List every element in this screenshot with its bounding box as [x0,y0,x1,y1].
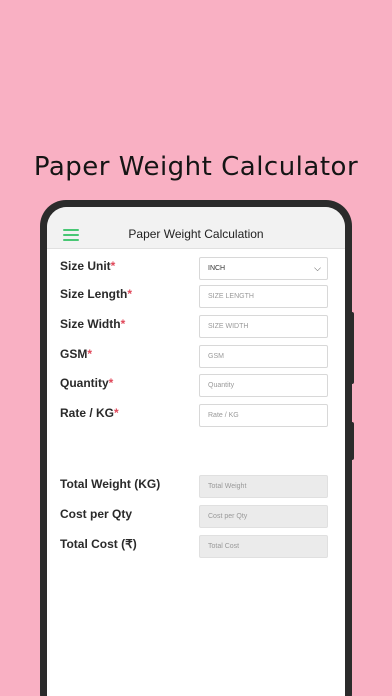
quantity-label: Quantity* [60,376,114,390]
size-length-label: Size Length* [60,287,133,301]
app-screen: Paper Weight Calculation Size Unit* INCH… [47,207,345,696]
form-row-size-length: Size Length* SIZE LENGTH [47,285,345,309]
size-unit-select[interactable]: INCH ⌵ [199,257,328,280]
total-weight-label: Total Weight (KG) [60,477,161,491]
size-length-input[interactable]: SIZE LENGTH [199,285,328,308]
form-row-size-width: Size Width* SIZE WIDTH [47,315,345,339]
app-bar: Paper Weight Calculation [47,207,345,249]
cost-per-qty-output: Cost per Qty [199,505,328,528]
rate-label: Rate / KG* [60,406,119,420]
phone-side-button [350,422,354,460]
size-unit-label: Size Unit* [60,259,116,273]
gsm-label: GSM* [60,347,93,361]
form-row-size-unit: Size Unit* INCH ⌵ [47,257,345,281]
chevron-down-icon: ⌵ [314,263,321,273]
quantity-input[interactable]: Quantity [199,374,328,397]
form-row-gsm: GSM* GSM [47,345,345,369]
gsm-input[interactable]: GSM [199,345,328,368]
result-row-total-weight: Total Weight (KG) Total Weight [47,475,345,499]
size-width-label: Size Width* [60,317,126,331]
result-row-cost-per-qty: Cost per Qty Cost per Qty [47,505,345,529]
cost-per-qty-label: Cost per Qty [60,507,133,521]
app-bar-title: Paper Weight Calculation [128,227,264,241]
form-row-rate: Rate / KG* Rate / KG [47,404,345,428]
result-row-total-cost: Total Cost (₹) Total Cost [47,535,345,559]
total-cost-output: Total Cost [199,535,328,558]
promo-title: Paper Weight Calculator [33,152,359,182]
size-width-input[interactable]: SIZE WIDTH [199,315,328,338]
rate-input[interactable]: Rate / KG [199,404,328,427]
total-cost-label: Total Cost (₹) [60,537,137,551]
phone-side-button [350,312,354,384]
form-row-quantity: Quantity* Quantity [47,374,345,398]
total-weight-output: Total Weight [199,475,328,498]
size-unit-value: INCH [208,265,226,272]
